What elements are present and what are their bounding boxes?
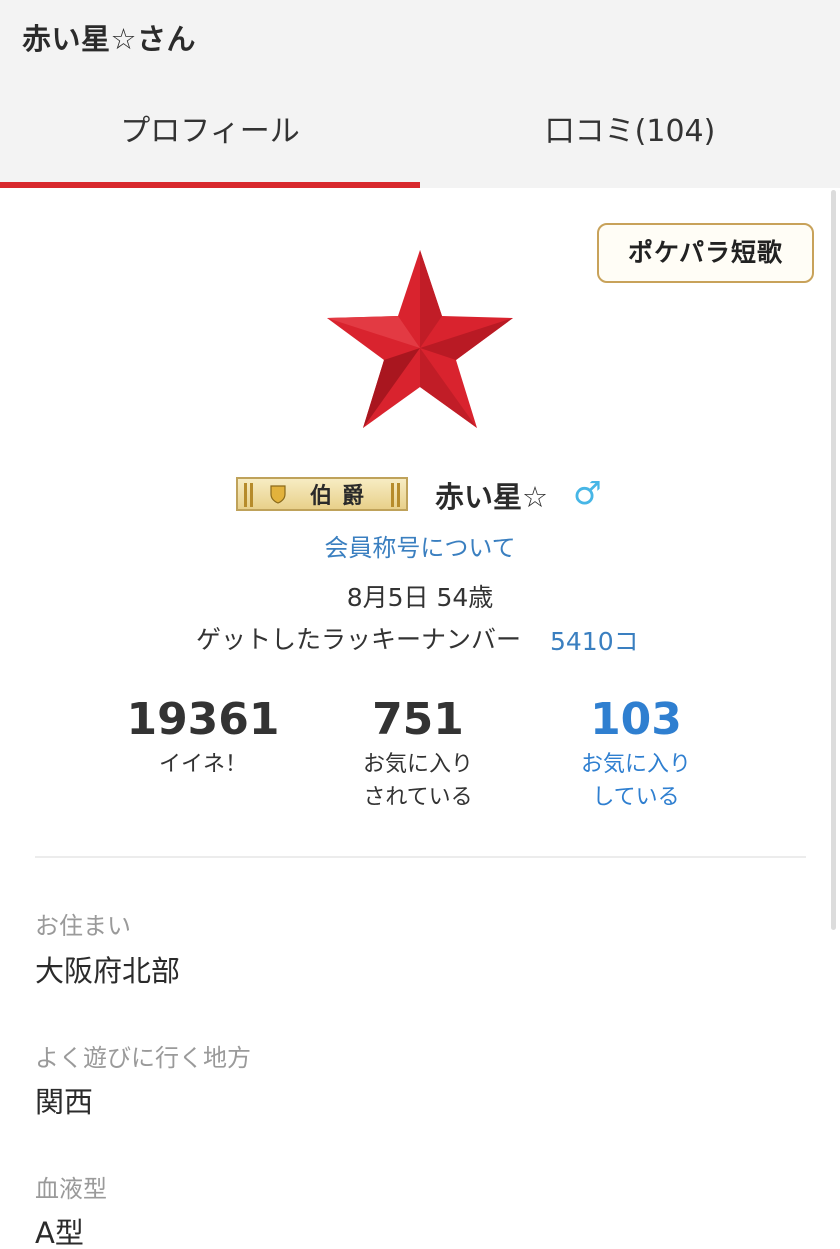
blood-type-value: A型	[35, 1216, 84, 1249]
stat-favorited-by-label-1: お気に入り	[362, 752, 473, 777]
stat-favorited-by: 751 お気に入り されている	[318, 694, 518, 814]
residence-label: お住まい	[35, 912, 131, 940]
section-divider	[35, 856, 806, 858]
stat-likes: 19361 イイネ！	[103, 694, 303, 781]
member-title-link[interactable]: 会員称号について	[0, 528, 840, 563]
tab-profile[interactable]: プロフィール	[0, 108, 420, 188]
lucky-number-label: ゲットしたラッキーナンバー	[196, 625, 522, 654]
stat-favoriting-value[interactable]: 103	[536, 694, 736, 746]
residence-value: 大阪府北部	[35, 954, 181, 988]
birthday-age: 8月5日 54歳	[346, 583, 494, 612]
active-tab-indicator	[0, 182, 420, 188]
frequent-area-value: 関西	[35, 1085, 94, 1119]
page-title: 赤い星☆さん	[22, 22, 196, 56]
stat-favorited-by-value: 751	[372, 694, 464, 745]
tanka-button[interactable]: ポケパラ短歌	[597, 223, 814, 283]
stat-favoriting-label-2[interactable]: している	[536, 781, 736, 814]
username: 赤い星☆	[435, 480, 548, 514]
stat-favorited-by-label-2: されている	[363, 785, 473, 810]
member-title-link-text[interactable]: 会員称号について	[324, 534, 515, 562]
tab-reviews[interactable]: 口コミ(104)	[420, 108, 840, 188]
shield-icon	[270, 485, 286, 504]
male-icon: ♂	[573, 474, 602, 512]
header-bar: 赤い星☆さん プロフィール 口コミ(104)	[0, 0, 840, 188]
rank-badge: 伯爵	[236, 477, 408, 511]
blood-type-label: 血液型	[35, 1175, 107, 1203]
frequent-area-label: よく遊びに行く地方	[35, 1044, 251, 1072]
stat-likes-value: 19361	[126, 694, 280, 745]
tab-profile-label: プロフィール	[120, 114, 300, 149]
lucky-number-value[interactable]: 5410コ	[550, 622, 639, 658]
rank-label: 伯爵	[309, 484, 374, 509]
stat-likes-label: イイネ！	[158, 752, 247, 777]
stat-favoriting[interactable]: 103 お気に入り している	[536, 694, 736, 814]
stat-favoriting-label-1[interactable]: お気に入り	[536, 748, 736, 781]
avatar-star-icon	[327, 250, 513, 428]
tab-reviews-label: 口コミ(104)	[544, 114, 716, 149]
